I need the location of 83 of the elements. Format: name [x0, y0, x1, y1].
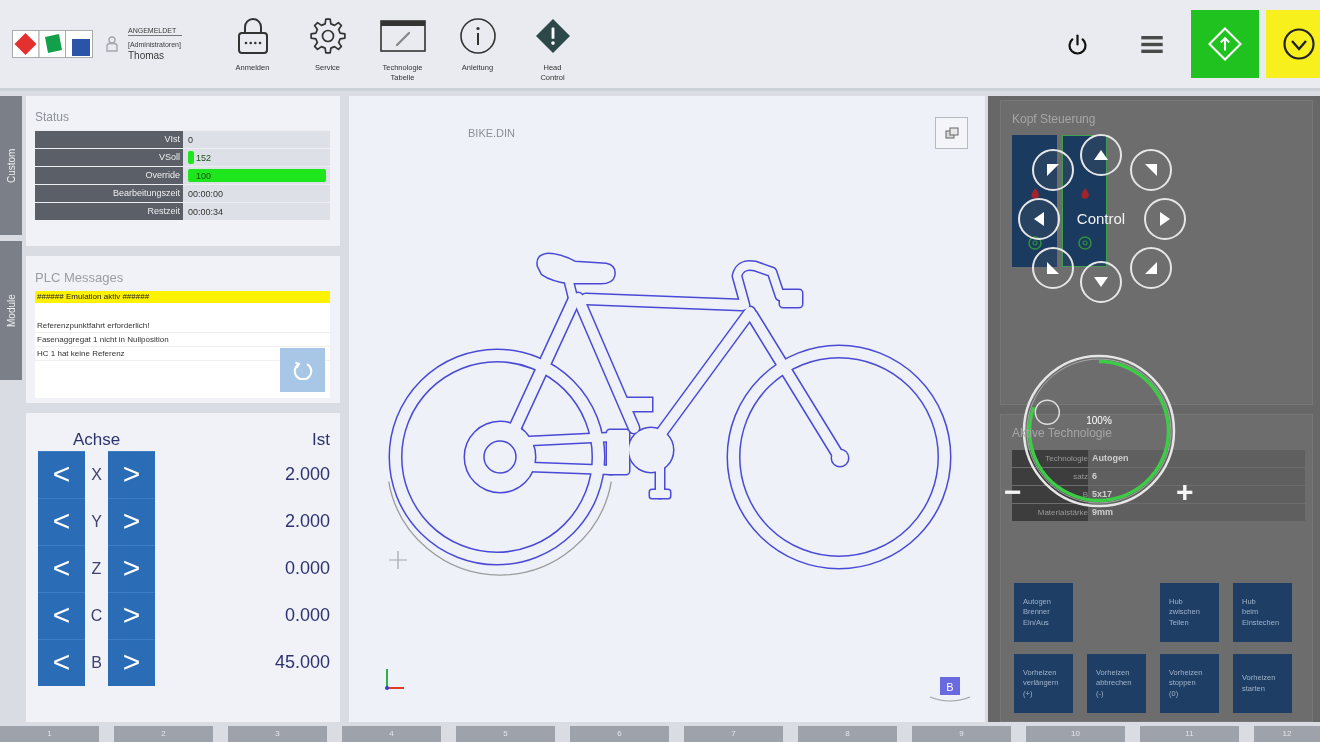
jog-plus-button[interactable]: > [108, 592, 155, 639]
info-icon [459, 17, 496, 54]
jog-minus-button[interactable]: < [38, 639, 85, 686]
axis-value: 45.000 [274, 652, 330, 673]
tiles-logo-icon [12, 30, 93, 58]
layers-icon [944, 127, 959, 139]
jog-plus-button[interactable]: > [108, 639, 155, 686]
axis-name: X [91, 465, 102, 484]
circular-arrow-icon [292, 360, 313, 380]
control-label: Control [1076, 209, 1126, 229]
row-value: 152 [195, 152, 212, 163]
row-value: 0 [188, 134, 193, 145]
power-icon [1067, 33, 1087, 55]
start-button[interactable] [1191, 10, 1259, 78]
triangle-arrow-icon [1045, 260, 1061, 276]
row-value: 6 [1088, 468, 1305, 485]
row-label: Override [35, 166, 183, 184]
settings-icon [309, 17, 346, 54]
crosshair-icon [388, 550, 408, 570]
row-value: 100 [195, 170, 212, 181]
direction-button[interactable] [1080, 261, 1122, 303]
direction-button[interactable] [1032, 247, 1074, 289]
side-tab[interactable]: Custom [0, 96, 22, 235]
axis-value: 2.000 [284, 464, 330, 485]
direction-button[interactable] [1080, 134, 1122, 176]
axis-value: 0.000 [284, 558, 330, 579]
jog-minus-button[interactable]: < [38, 592, 85, 639]
row-label: VIst [35, 130, 183, 148]
direction-button[interactable] [1130, 247, 1172, 289]
column-header: Ist [312, 429, 330, 450]
jog-minus-button[interactable]: < [38, 498, 85, 545]
row-label: Restzeit [35, 202, 183, 220]
row-value: 00:00:00 [188, 188, 224, 199]
axis-name: B [91, 653, 102, 672]
ring-icon [1027, 236, 1042, 250]
triangle-arrow-icon [1143, 260, 1159, 276]
file-name: BIKE.DIN [468, 127, 516, 139]
message-banner: ###### Emulation aktiv ###### [35, 291, 330, 303]
column-header: Achse [72, 429, 121, 450]
drop-icon [1029, 188, 1040, 200]
row-label: Bearbeitungszeit [35, 184, 183, 202]
dial-value: 100% [1086, 415, 1112, 426]
triangle-arrow-icon [1143, 162, 1159, 178]
diamond-arrow-icon [1208, 27, 1242, 61]
window-pencil-icon [379, 19, 426, 52]
direction-button[interactable] [1032, 149, 1074, 191]
axis-name: C [90, 606, 103, 625]
padlock-icon [237, 17, 268, 54]
warning-diamond-icon [535, 18, 570, 53]
panel-title: Kopf Steuerung [1012, 112, 1096, 126]
user-icon [106, 36, 118, 52]
message-line: Fasenaggregat 1 nicht in Nullposition [35, 333, 330, 347]
confirm-button[interactable] [1266, 10, 1320, 78]
axis-value: 0.000 [284, 605, 330, 626]
menu-icon [1141, 35, 1163, 53]
row-value: 00:00:34 [188, 206, 224, 217]
triangle-arrow-icon [1045, 162, 1061, 178]
drop-icon [1079, 188, 1090, 200]
jog-plus-button[interactable]: > [108, 451, 155, 498]
panel-title: Status [35, 110, 71, 124]
side-tab[interactable]: Module [0, 241, 22, 380]
direction-button[interactable] [1018, 198, 1060, 240]
jog-plus-button[interactable]: > [108, 498, 155, 545]
ring-icon [1077, 236, 1092, 250]
row-value: 9mm [1088, 504, 1305, 521]
jog-minus-button[interactable]: < [38, 545, 85, 592]
chevron-circle-icon [1283, 28, 1315, 60]
row-value: Autogen [1088, 450, 1305, 467]
message-line: Referenzpunktfahrt erforderlich! [35, 319, 330, 333]
jog-minus-button[interactable]: < [38, 451, 85, 498]
head-tile[interactable] [1012, 135, 1057, 267]
jog-plus-button[interactable]: > [108, 545, 155, 592]
axis-name: Z [91, 559, 102, 578]
dial-knob[interactable] [1034, 399, 1061, 425]
user-name: Thomas [128, 50, 165, 62]
row-label: VSoll [35, 148, 183, 166]
axis-name: Y [91, 512, 102, 531]
axis-value: 2.000 [284, 511, 330, 532]
row-label: Materialstärke [1012, 504, 1088, 521]
direction-button[interactable] [1144, 198, 1186, 240]
direction-button[interactable] [1130, 149, 1172, 191]
panel-title: PLC Messages [35, 270, 124, 285]
axis-triad-icon [385, 668, 405, 690]
